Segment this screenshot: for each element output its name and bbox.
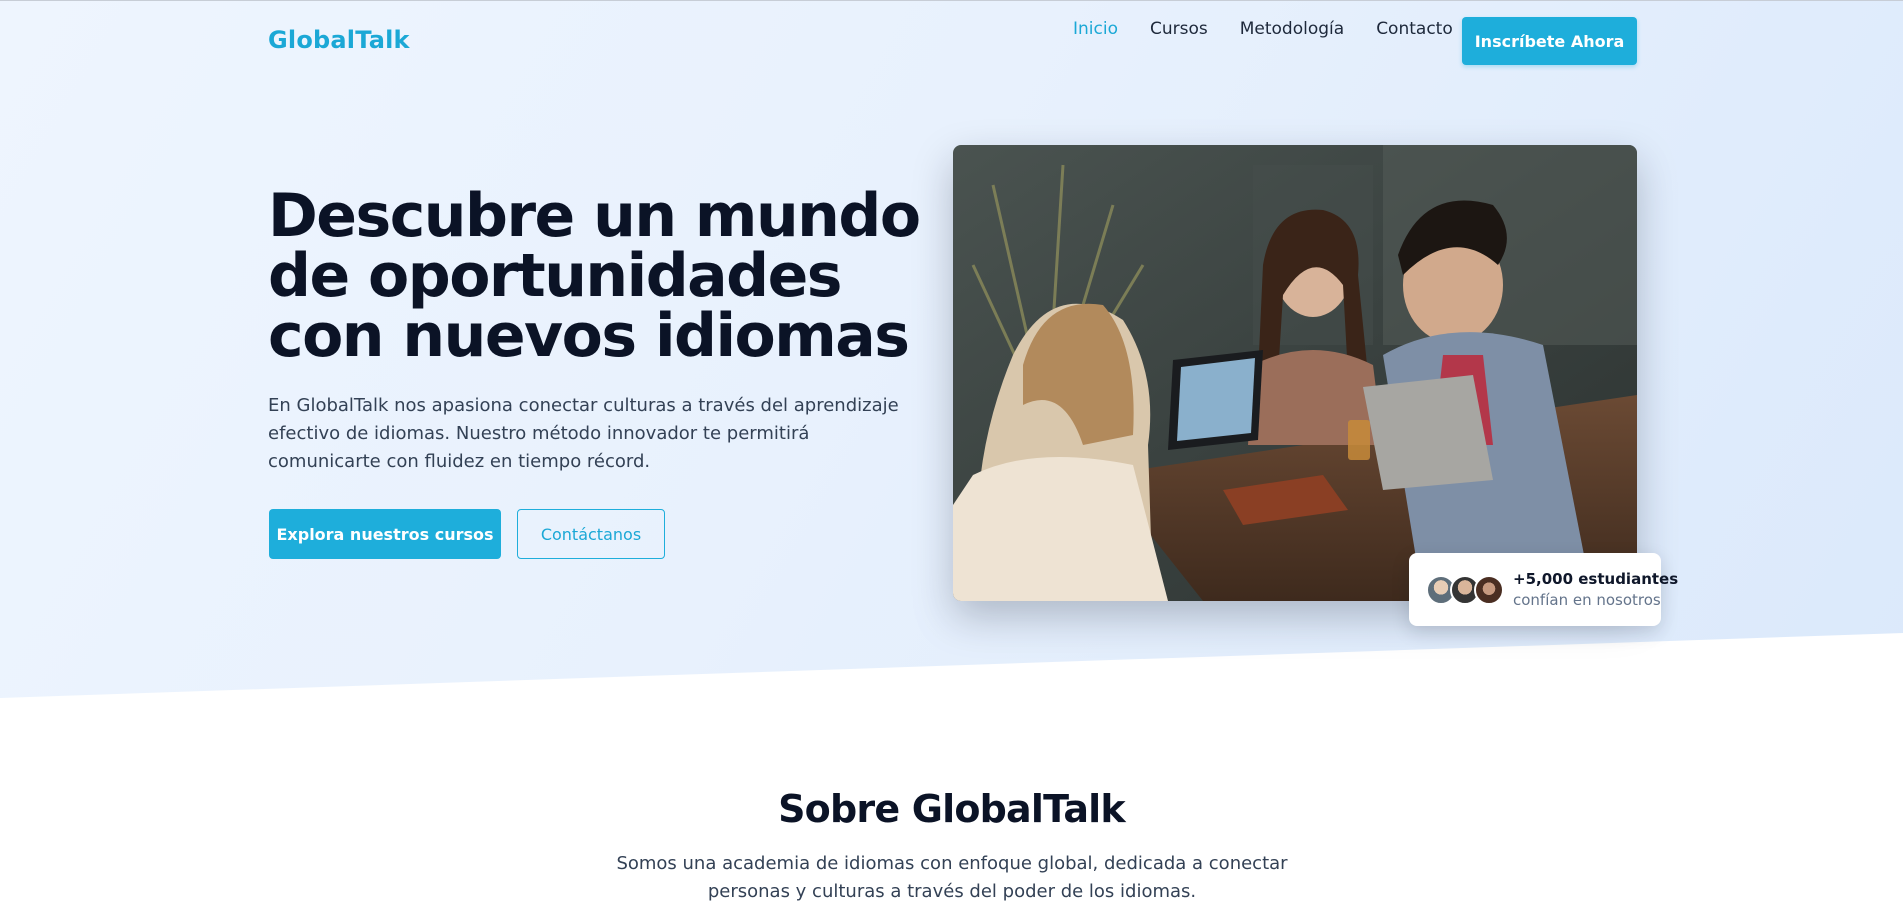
students-count: +5,000 estudiantes [1513,570,1679,588]
nav-item-contacto[interactable]: Contacto [1376,19,1453,39]
signup-button[interactable]: Inscríbete Ahora [1462,17,1637,65]
students-badge: +5,000 estudiantes confían en nosotros [1409,553,1678,626]
contact-button[interactable]: Contáctanos [517,509,665,559]
nav-item-inicio[interactable]: Inicio [1073,19,1118,39]
brand-logo[interactable]: GlobalTalk [268,26,410,54]
main-nav: Inicio Cursos Metodología Contacto [1073,19,1485,39]
hero-title: Descubre un mundo de oportunidades con n… [268,181,921,371]
top-border [0,0,1903,1]
hero-photo [953,145,1637,601]
nav-item-metodologia[interactable]: Metodología [1240,19,1344,39]
explore-courses-button[interactable]: Explora nuestros cursos [269,509,501,559]
about-description: Somos una academia de idiomas con enfoqu… [616,853,1288,902]
hero-description: En GlobalTalk nos apasiona conectar cult… [268,395,899,472]
avatar-group [1426,575,1506,605]
avatar [1474,575,1504,605]
students-subtitle: confían en nosotros [1513,591,1661,609]
about-title: Sobre GlobalTalk [778,787,1126,831]
nav-item-cursos[interactable]: Cursos [1150,19,1208,39]
